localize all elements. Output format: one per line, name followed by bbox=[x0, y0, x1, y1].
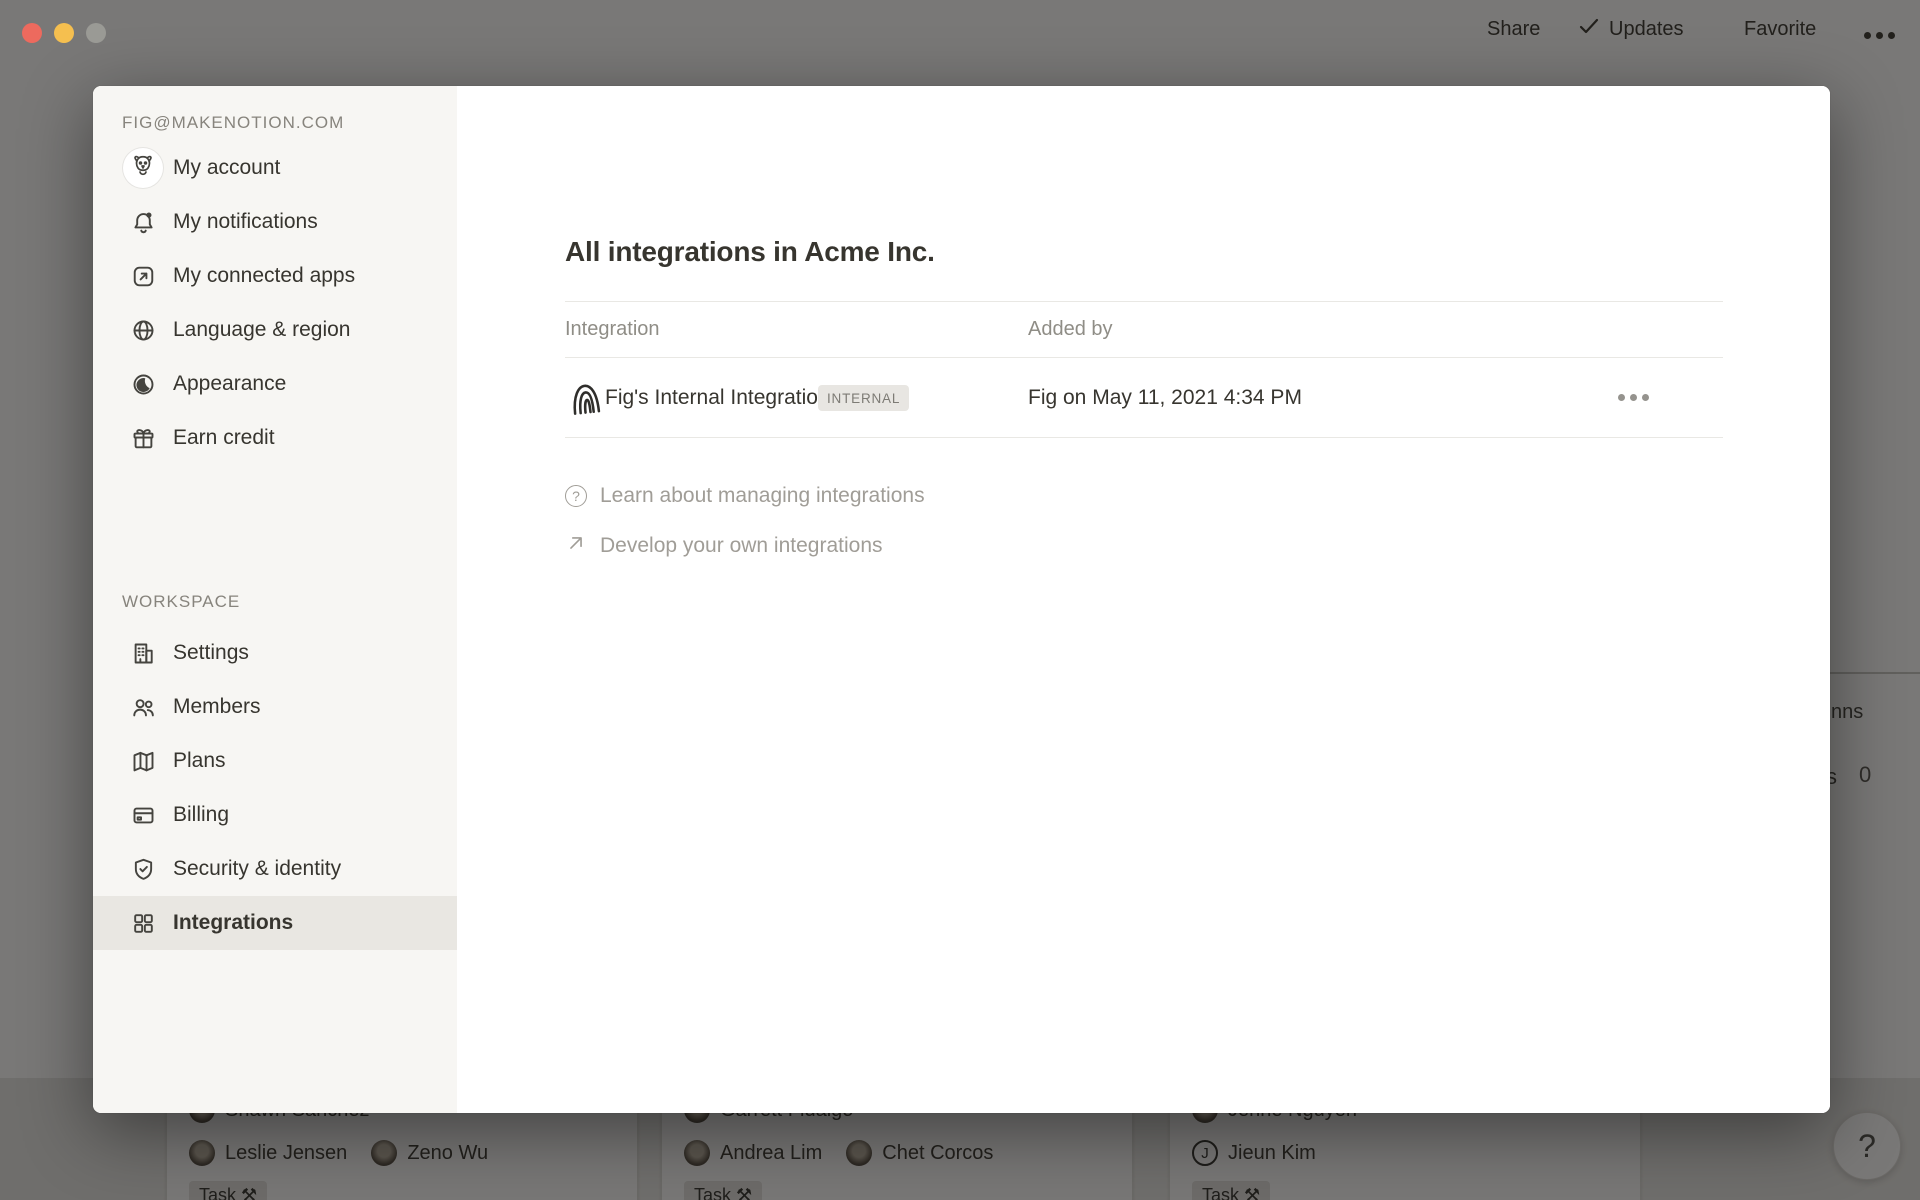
grid-icon bbox=[123, 903, 163, 943]
external-link-icon bbox=[123, 256, 163, 296]
integrations-panel: All integrations in Acme Inc. Integratio… bbox=[457, 86, 1830, 1113]
added-by-value: Fig on May 11, 2021 4:34 PM bbox=[1028, 386, 1302, 410]
integration-logo-icon bbox=[568, 378, 604, 418]
arrow-up-right-icon bbox=[565, 532, 587, 560]
integration-row[interactable]: Fig's Internal Integration INTERNAL Fig … bbox=[565, 358, 1723, 438]
building-icon bbox=[123, 633, 163, 673]
page-title: All integrations in Acme Inc. bbox=[565, 236, 935, 268]
user-avatar bbox=[123, 148, 163, 188]
credit-card-icon bbox=[123, 795, 163, 835]
sidebar-item-label: My account bbox=[173, 156, 280, 180]
sidebar-item-members[interactable]: Members bbox=[93, 680, 457, 734]
sidebar-item-label: Security & identity bbox=[173, 857, 341, 881]
gift-icon bbox=[123, 418, 163, 458]
internal-badge: INTERNAL bbox=[818, 385, 909, 411]
sidebar-item-label: Language & region bbox=[173, 318, 351, 342]
sidebar-item-label: Earn credit bbox=[173, 426, 275, 450]
bell-icon bbox=[123, 202, 163, 242]
integration-name: Fig's Internal Integration bbox=[605, 386, 830, 410]
people-icon bbox=[123, 687, 163, 727]
integrations-table: Integration Added by Fig's Inter bbox=[565, 301, 1723, 438]
sidebar-item-label: Appearance bbox=[173, 372, 286, 396]
sidebar-item-earn-credit[interactable]: Earn credit bbox=[93, 411, 457, 465]
sidebar-item-label: Members bbox=[173, 695, 261, 719]
account-email-label: FIG@MAKENOTION.COM bbox=[122, 113, 457, 133]
sidebar-item-appearance[interactable]: Appearance bbox=[93, 357, 457, 411]
link-label: Develop your own integrations bbox=[600, 534, 883, 558]
workspace-section-label: WORKSPACE bbox=[122, 592, 240, 612]
column-header-added-by: Added by bbox=[1028, 318, 1113, 341]
link-label: Learn about managing integrations bbox=[600, 484, 925, 508]
sidebar-item-label: Billing bbox=[173, 803, 229, 827]
sidebar-item-billing[interactable]: Billing bbox=[93, 788, 457, 842]
sidebar-item-label: Settings bbox=[173, 641, 249, 665]
settings-sidebar: FIG@MAKENOTION.COM My account bbox=[93, 86, 457, 1113]
help-circle-icon: ? bbox=[565, 485, 587, 507]
sidebar-item-language-region[interactable]: Language & region bbox=[93, 303, 457, 357]
sidebar-item-my-notifications[interactable]: My notifications bbox=[93, 195, 457, 249]
sidebar-item-my-connected-apps[interactable]: My connected apps bbox=[93, 249, 457, 303]
window-controls bbox=[22, 23, 106, 43]
globe-icon bbox=[123, 310, 163, 350]
map-icon bbox=[123, 741, 163, 781]
sidebar-item-plans[interactable]: Plans bbox=[93, 734, 457, 788]
learn-integrations-link[interactable]: ? Learn about managing integrations bbox=[565, 471, 925, 521]
sidebar-item-label: Plans bbox=[173, 749, 226, 773]
develop-integrations-link[interactable]: Develop your own integrations bbox=[565, 521, 925, 571]
sidebar-item-my-account[interactable]: My account bbox=[93, 141, 457, 195]
close-window-button[interactable] bbox=[22, 23, 42, 43]
sidebar-item-label: Integrations bbox=[173, 911, 293, 935]
minimize-window-button[interactable] bbox=[54, 23, 74, 43]
sidebar-item-security-identity[interactable]: Security & identity bbox=[93, 842, 457, 896]
app-window: Share Updates Favorite nns s 0 Shawn San… bbox=[0, 0, 1920, 1200]
column-header-integration: Integration bbox=[565, 318, 660, 341]
sidebar-item-settings[interactable]: Settings bbox=[93, 626, 457, 680]
zoom-window-button[interactable] bbox=[86, 23, 106, 43]
row-more-options-icon[interactable] bbox=[1614, 390, 1653, 405]
settings-modal: FIG@MAKENOTION.COM My account bbox=[93, 86, 1830, 1113]
sidebar-item-label: My notifications bbox=[173, 210, 318, 234]
moon-icon bbox=[123, 364, 163, 404]
sidebar-item-integrations[interactable]: Integrations bbox=[93, 896, 457, 950]
shield-check-icon bbox=[123, 849, 163, 889]
sidebar-item-label: My connected apps bbox=[173, 264, 355, 288]
